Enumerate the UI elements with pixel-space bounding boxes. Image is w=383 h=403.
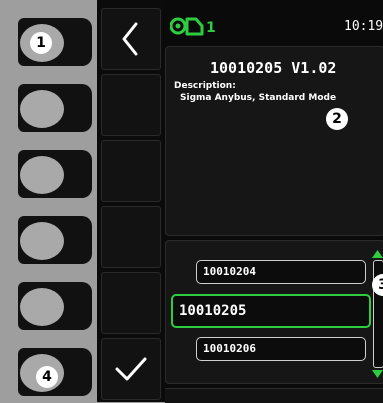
key-knob <box>20 222 64 260</box>
list-item-selected[interactable]: 10010205 <box>171 294 371 328</box>
callout-badge-2: 2 <box>326 108 348 130</box>
description-text: Sigma Anybus, Standard Mode <box>180 93 337 103</box>
softkey-4[interactable] <box>101 206 161 268</box>
module-info-panel: 10010205 V1.02 Description: Sigma Anybus… <box>165 46 383 236</box>
module-title: 10010205 V1.02 <box>210 59 337 77</box>
hardware-key-2[interactable] <box>18 84 92 132</box>
key-knob <box>20 156 64 194</box>
hardware-key-3[interactable] <box>18 150 92 198</box>
hardware-key-4[interactable] <box>18 216 92 264</box>
scrollbar[interactable] <box>372 250 383 380</box>
status-header: 1 10:19 <box>170 14 383 40</box>
key-knob <box>20 90 64 128</box>
clock: 10:19 <box>344 19 383 34</box>
page-indicator: 1 <box>206 20 216 36</box>
description-label: Description: <box>174 81 236 91</box>
list-item[interactable]: 10010206 <box>196 337 366 361</box>
list-item[interactable]: 10010204 <box>196 260 366 284</box>
back-softkey[interactable] <box>101 8 161 70</box>
checkmark-icon <box>115 357 147 381</box>
hardware-key-5[interactable] <box>18 282 92 330</box>
bottom-strip <box>165 388 383 403</box>
chevron-left-icon <box>122 22 138 56</box>
callout-badge-1: 1 <box>30 32 52 54</box>
callout-badge-4: 4 <box>36 366 58 388</box>
key-knob <box>20 288 64 326</box>
device-icon <box>170 17 204 36</box>
softkey-2[interactable] <box>101 74 161 136</box>
softkey-5[interactable] <box>101 272 161 334</box>
scroll-down-arrow-icon[interactable] <box>372 370 383 378</box>
softkey-3[interactable] <box>101 140 161 202</box>
confirm-softkey[interactable] <box>101 338 161 400</box>
scroll-up-arrow-icon[interactable] <box>372 250 383 258</box>
